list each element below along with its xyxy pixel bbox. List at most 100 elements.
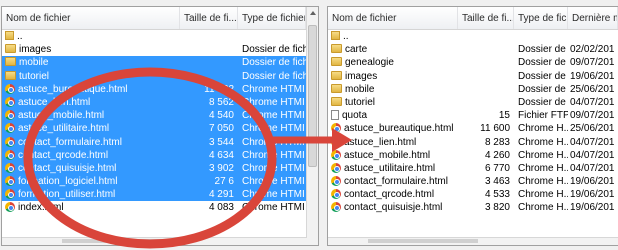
- file-row[interactable]: mobile Dossier de fich: [2, 56, 318, 70]
- file-type: Dossier de ...: [518, 83, 568, 95]
- file-date: 04/07/201: [570, 149, 615, 161]
- scrollbar-thumb[interactable]: [62, 239, 182, 243]
- file-row[interactable]: genealogie Dossier de ...09/07/201: [328, 56, 618, 69]
- scroll-up-icon[interactable]: [310, 11, 316, 15]
- file-type: Dossier de ...: [518, 96, 568, 108]
- file-size: 4 083: [208, 202, 234, 214]
- remote-file-rows: ..carteDossier de ...02/02/201genealogie…: [328, 30, 618, 215]
- file-name-cell: contact_quisuisje.html: [2, 162, 180, 175]
- local-horizontal-scrollbar[interactable]: [2, 237, 307, 245]
- column-header-filename[interactable]: Nom de fichier: [2, 7, 180, 29]
- chrome-icon: [331, 136, 341, 147]
- column-header-type[interactable]: Type de fichier: [238, 7, 306, 29]
- file-date: 19/06/201: [570, 176, 615, 188]
- file-row[interactable]: contact_qrcode.html 4 533 Chrome H... 19/06…: [328, 188, 618, 201]
- file-row[interactable]: ..: [328, 30, 618, 43]
- file-row[interactable]: contact_formulaire.html 3 463 Chrome H... 1…: [328, 175, 618, 188]
- file-name-cell: carte: [328, 43, 458, 56]
- file-type: Fichier FTP...: [518, 110, 568, 122]
- file-type: Chrome HTMI: [242, 110, 305, 122]
- file-type: Dossier de ...: [518, 57, 568, 69]
- column-header-size[interactable]: Taille de fi...: [180, 7, 238, 29]
- file-row[interactable]: contact_formulaire.html 3 544 Chrome HTMI: [2, 135, 318, 149]
- file-name: astuce_utilitaire.html: [344, 162, 436, 174]
- file-row[interactable]: carte Dossier de ...02/02/201: [328, 43, 618, 56]
- chrome-icon: [5, 96, 15, 107]
- file-row[interactable]: astuce_bureautique.html 11 882 Chrome HTMI: [2, 82, 318, 96]
- scrollbar-thumb[interactable]: [308, 25, 317, 167]
- file-name: index.html: [18, 202, 64, 214]
- local-file-rows: .. images Dossier de fich mobile Dossier de …: [2, 30, 318, 215]
- file-row[interactable]: astuce_bureautique.html 11 600 Chrome H...…: [328, 122, 618, 135]
- file-type: Chrome HTMI: [242, 83, 305, 95]
- file-name: ..: [343, 31, 349, 42]
- file-row[interactable]: tutoriel Dossier de fich: [2, 69, 318, 83]
- file-name-cell: astuce_mobile.html: [328, 149, 458, 162]
- file-name: carte: [345, 44, 368, 56]
- file-name: genealogie: [345, 57, 394, 69]
- local-file-list[interactable]: Nom de fichier Taille de fi... Type de f…: [1, 6, 319, 246]
- file-name: images: [19, 44, 52, 56]
- file-row[interactable]: astuce_utilitaire.html 7 050 Chrome HTMI: [2, 122, 318, 136]
- file-type: Dossier de ...: [518, 70, 568, 82]
- file-name: contact_quisuisje.html: [18, 162, 117, 174]
- file-date: 25/06/201: [570, 83, 615, 95]
- file-name: tutoriel: [345, 96, 376, 108]
- file-row[interactable]: images Dossier de fich: [2, 43, 318, 56]
- column-header-type[interactable]: Type de fic...: [514, 7, 568, 29]
- file-name: quota: [342, 110, 368, 122]
- file-name: astuce_bureautique.html: [344, 123, 454, 135]
- file-row[interactable]: contact_quisuisje.html 3 820 Chrome H... 19…: [328, 201, 618, 214]
- file-row[interactable]: formation_logiciel.html 27 6 Chrome HTMI: [2, 175, 318, 189]
- file-name: astuce_mobile.html: [18, 110, 105, 122]
- folder-icon: [5, 44, 16, 54]
- file-row[interactable]: astuce_lien.html 8 562 Chrome HTMI: [2, 95, 318, 110]
- file-row[interactable]: astuce_mobile.html 4 260 Chrome H... 04/07/…: [328, 149, 618, 162]
- file-row[interactable]: ..: [2, 30, 318, 43]
- file-size: [180, 30, 238, 43]
- file-row[interactable]: formation_utiliser.html 4 291 Chrome HTMI: [2, 188, 318, 202]
- file-row[interactable]: quota 15 Fichier FTP...09/07/201: [328, 109, 618, 122]
- chrome-icon: [5, 202, 15, 213]
- file-name: astuce_utilitaire.html: [18, 123, 110, 135]
- file-size: 15: [498, 110, 510, 122]
- file-type: [518, 30, 568, 43]
- chrome-icon: [5, 176, 15, 187]
- chrome-icon: [331, 123, 341, 134]
- file-row[interactable]: contact_qrcode.html 4 634 Chrome HTMI: [2, 148, 318, 162]
- file-size: 8 562: [208, 96, 234, 108]
- file-size: 11 600: [480, 123, 510, 135]
- file-size: 4 260: [484, 149, 510, 161]
- up-folder-icon: [331, 31, 340, 40]
- column-header-filename[interactable]: Nom de fichier: [328, 7, 458, 29]
- file-name-cell: astuce_mobile.html: [2, 109, 180, 122]
- remote-horizontal-scrollbar[interactable]: [328, 237, 618, 245]
- file-row[interactable]: tutoriel Dossier de ...04/07/201: [328, 96, 618, 109]
- file-name-cell: astuce_lien.html: [328, 136, 458, 149]
- file-type: Chrome H...: [518, 149, 568, 161]
- scrollbar-thumb[interactable]: [368, 239, 478, 243]
- file-row[interactable]: astuce_utilitaire.html 6 770 Chrome H... 04…: [328, 162, 618, 175]
- file-date: 19/06/201: [570, 70, 615, 82]
- file-row[interactable]: images Dossier de ...19/06/201: [328, 70, 618, 83]
- file-date: 09/07/201: [570, 110, 615, 122]
- file-row[interactable]: index.html 4 083 Chrome HTMI: [2, 201, 318, 214]
- file-name-cell: genealogie: [328, 56, 458, 69]
- file-row[interactable]: astuce_mobile.html 4 540 Chrome HTMI: [2, 109, 318, 123]
- file-size: 3 463: [484, 176, 510, 188]
- file-row[interactable]: contact_quisuisje.html 3 902 Chrome HTMI: [2, 161, 318, 176]
- file-type: Chrome HTMI: [242, 176, 305, 188]
- column-header-modified[interactable]: Dernière m: [568, 7, 618, 29]
- folder-icon: [5, 70, 16, 80]
- column-header-size[interactable]: Taille de fi...: [458, 7, 514, 29]
- file-row[interactable]: mobile Dossier de ...25/06/201: [328, 83, 618, 96]
- file-name-cell: mobile: [2, 56, 180, 69]
- folder-icon: [5, 57, 16, 67]
- remote-file-list[interactable]: Nom de fichier Taille de fi... Type de f…: [327, 6, 618, 246]
- file-size: [458, 96, 514, 109]
- local-vertical-scrollbar[interactable]: [306, 7, 318, 245]
- file-type: Dossier de fich: [242, 70, 306, 82]
- file-row[interactable]: astuce_lien.html 8 283 Chrome H... 04/07/20…: [328, 136, 618, 149]
- folder-icon: [331, 70, 342, 80]
- file-name-cell: ..: [2, 30, 180, 43]
